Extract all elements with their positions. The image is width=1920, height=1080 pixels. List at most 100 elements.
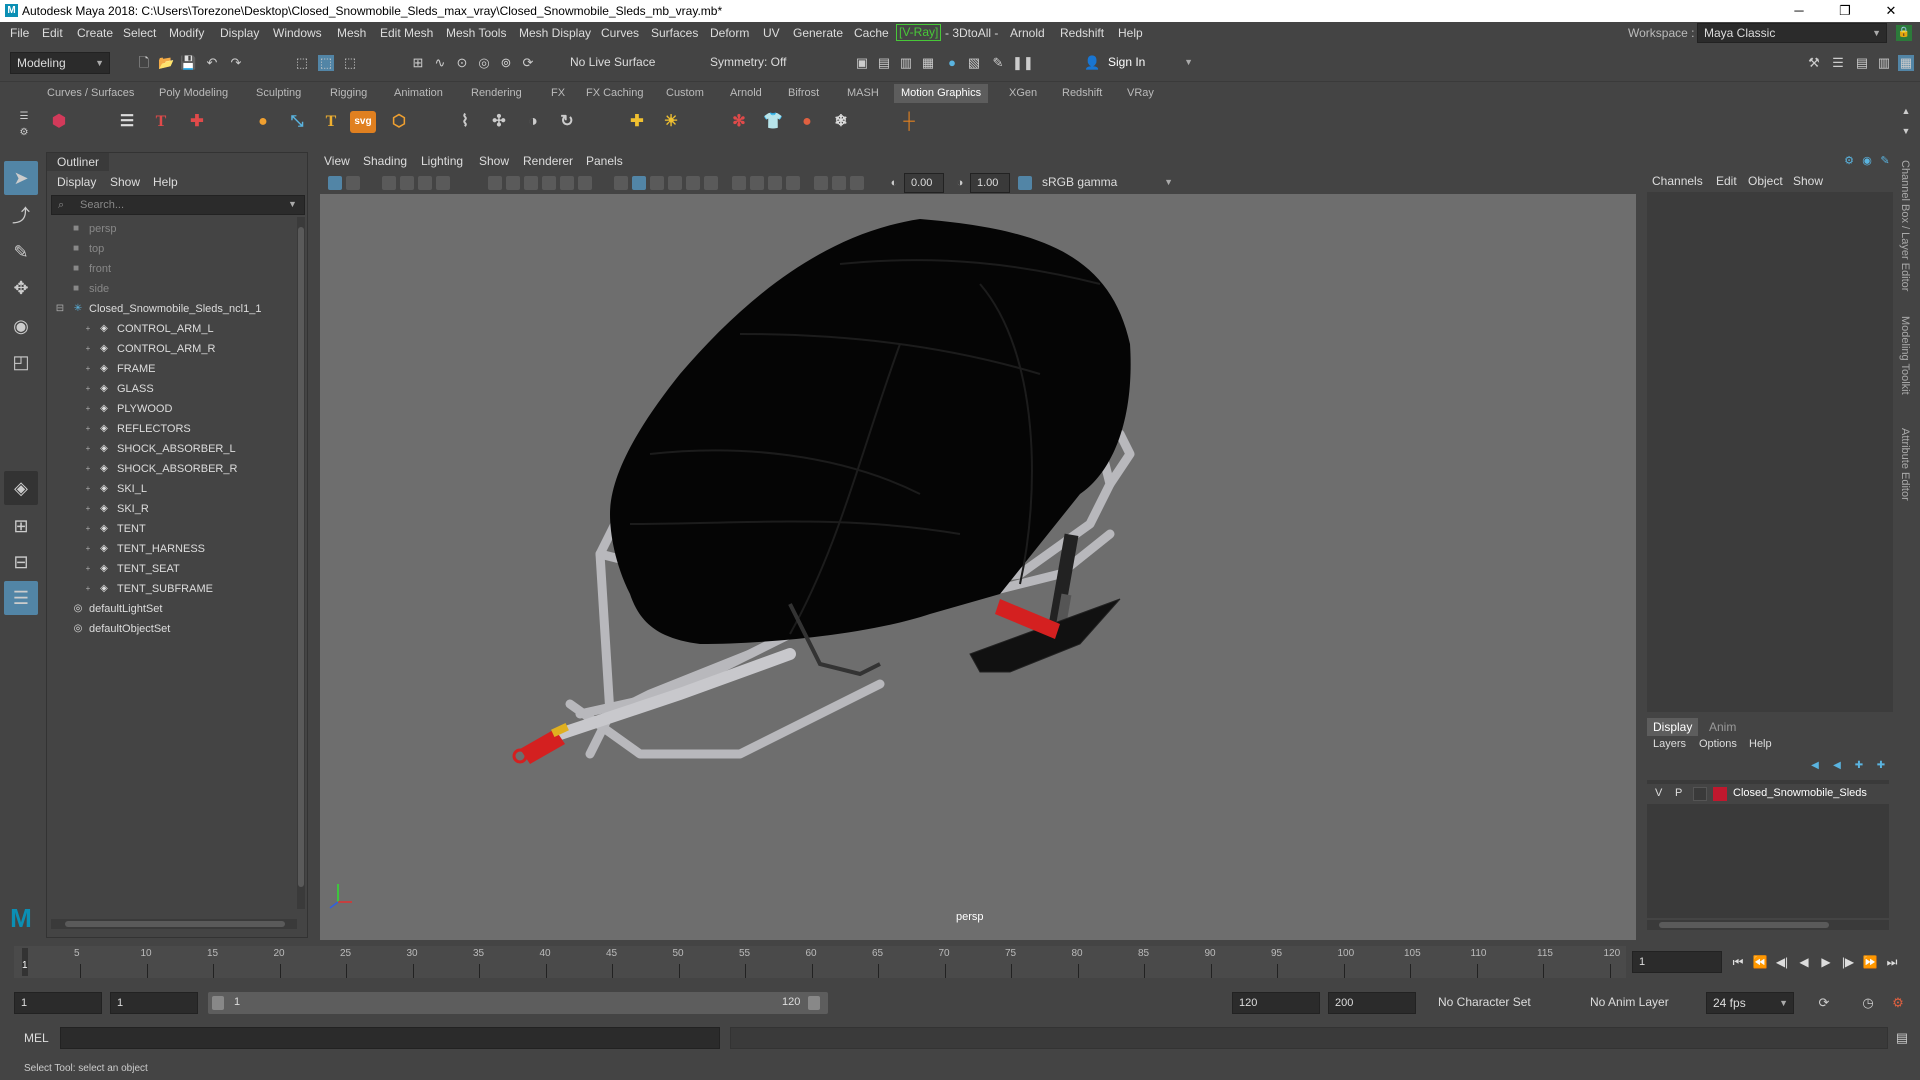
menu-display[interactable]: Display bbox=[220, 26, 259, 40]
gamma-field[interactable]: 1.00 bbox=[970, 173, 1010, 193]
open-scene-icon[interactable]: 📂 bbox=[158, 55, 174, 71]
animation-prefs-icon[interactable]: ⚙ bbox=[1890, 995, 1906, 1011]
go-to-start-icon[interactable]: ⏮ bbox=[1730, 954, 1746, 970]
play-backward-icon[interactable]: ◀ bbox=[1796, 954, 1812, 970]
script-editor-icon[interactable]: ▤ bbox=[1894, 1030, 1910, 1046]
viewport-menu-show[interactable]: Show bbox=[479, 154, 509, 168]
channel-box-help-icon[interactable]: ◉ bbox=[1859, 153, 1875, 169]
field-chart-icon[interactable] bbox=[560, 176, 574, 190]
expand-icon[interactable]: + bbox=[81, 502, 95, 516]
layer-row[interactable]: V P Closed_Snowmobile_Sleds bbox=[1647, 784, 1889, 804]
outliner-item-child[interactable]: + ◈ GLASS bbox=[47, 379, 295, 399]
layer-menu-help[interactable]: Help bbox=[1749, 738, 1772, 750]
svg-tool-icon[interactable]: svg bbox=[350, 111, 376, 133]
viewport-menu-panels[interactable]: Panels bbox=[586, 154, 623, 168]
menu-create[interactable]: Create bbox=[77, 26, 113, 40]
camera-attr-icon[interactable] bbox=[346, 176, 360, 190]
menu-cache[interactable]: Cache bbox=[854, 26, 889, 40]
outliner-title[interactable]: Outliner bbox=[47, 153, 110, 171]
four-view-icon[interactable]: ⊞ bbox=[4, 509, 38, 543]
outliner-item-top[interactable]: ■ top bbox=[47, 239, 295, 259]
snap-surface-icon[interactable]: ⊚ bbox=[498, 55, 514, 71]
modeling-toolkit-icon[interactable]: ⚒ bbox=[1806, 55, 1822, 71]
expand-icon[interactable]: + bbox=[81, 522, 95, 536]
outliner-menu-show[interactable]: Show bbox=[110, 175, 140, 189]
isolate-select-icon[interactable] bbox=[814, 176, 828, 190]
shelf-tab-mash[interactable]: MASH bbox=[840, 84, 886, 103]
menu-arnold[interactable]: Arnold bbox=[1010, 26, 1045, 40]
step-back-frame-icon[interactable]: ◀| bbox=[1774, 954, 1790, 970]
3d-viewport[interactable]: persp bbox=[320, 194, 1636, 940]
scene-start-field[interactable]: 1 bbox=[14, 992, 102, 1014]
expand-icon[interactable]: + bbox=[81, 582, 95, 596]
shelf-scroll-down-icon[interactable]: ▼ bbox=[1898, 123, 1914, 139]
command-input[interactable] bbox=[60, 1027, 720, 1049]
outliner-item-set[interactable]: ◎ defaultLightSet bbox=[47, 599, 295, 619]
menu-mesh-tools[interactable]: Mesh Tools bbox=[446, 26, 506, 40]
range-end-handle[interactable] bbox=[808, 996, 820, 1010]
snap-view-icon[interactable]: ◎ bbox=[476, 55, 492, 71]
outliner-item-child[interactable]: + ◈ FRAME bbox=[47, 359, 295, 379]
grease-pencil-icon[interactable] bbox=[436, 176, 450, 190]
ambient-occlusion-icon[interactable] bbox=[732, 176, 746, 190]
outliner-vertical-scrollbar[interactable] bbox=[297, 217, 305, 909]
rotate-tool-icon[interactable]: ↻ bbox=[552, 107, 582, 137]
outliner-menu-help[interactable]: Help bbox=[153, 175, 178, 189]
outliner-item-root-group[interactable]: ⊟ ✳ Closed_Snowmobile_Sleds_ncl1_1 bbox=[47, 299, 295, 319]
mode-dropdown[interactable]: Modeling ▼ bbox=[10, 52, 110, 74]
playback-end-field[interactable]: 120 bbox=[1232, 992, 1320, 1014]
tool-settings-icon[interactable]: ▤ bbox=[1854, 55, 1870, 71]
play-forward-icon[interactable]: ▶ bbox=[1818, 954, 1834, 970]
expand-icon[interactable]: + bbox=[81, 402, 95, 416]
outliner-item-persp[interactable]: ■ persp bbox=[47, 219, 295, 239]
resolution-gate-icon[interactable] bbox=[524, 176, 538, 190]
layer-tab-display[interactable]: Display bbox=[1647, 718, 1699, 736]
anti-aliasing-icon[interactable] bbox=[768, 176, 782, 190]
outliner-horizontal-scrollbar[interactable] bbox=[51, 919, 297, 929]
shelf-tab-redshift[interactable]: Redshift bbox=[1055, 84, 1109, 103]
range-slider[interactable]: 1 120 bbox=[208, 992, 828, 1014]
outliner-item-side[interactable]: ■ side bbox=[47, 279, 295, 299]
render-view-icon[interactable]: ▣ bbox=[854, 55, 870, 71]
box-tool-icon[interactable]: ⬡ bbox=[384, 107, 414, 137]
shelf-tab-fx[interactable]: FX bbox=[544, 84, 572, 103]
menu-file[interactable]: File bbox=[10, 26, 29, 40]
menu-generate[interactable]: Generate bbox=[793, 26, 843, 40]
paint-select-tool-icon[interactable]: ✎ bbox=[4, 235, 38, 269]
outliner-item-front[interactable]: ■ front bbox=[47, 259, 295, 279]
lock-icon[interactable]: 🔒 bbox=[1896, 25, 1912, 41]
auto-key-icon[interactable]: ◷ bbox=[1860, 995, 1876, 1011]
shelf-settings-icon[interactable]: ⚙ bbox=[16, 125, 32, 141]
live-surface-field[interactable]: No Live Surface bbox=[564, 52, 664, 74]
shelf-tab-curves-surfaces[interactable]: Curves / Surfaces bbox=[40, 84, 141, 103]
menu-mesh[interactable]: Mesh bbox=[337, 26, 366, 40]
expand-icon[interactable]: + bbox=[81, 462, 95, 476]
save-scene-icon[interactable]: 💾 bbox=[180, 55, 196, 71]
layer-editor-icon[interactable]: ▦ bbox=[1898, 55, 1914, 71]
wire-tool-icon[interactable]: ✣ bbox=[484, 107, 514, 137]
mash-outliner-icon[interactable]: ☰ bbox=[112, 107, 142, 137]
menu-edit[interactable]: Edit bbox=[42, 26, 63, 40]
collapse-icon[interactable]: ⊟ bbox=[53, 302, 67, 316]
particle-tool-icon[interactable]: ❄ bbox=[826, 107, 856, 137]
viewport-menu-renderer[interactable]: Renderer bbox=[523, 154, 573, 168]
channel-box-area[interactable] bbox=[1647, 192, 1893, 712]
undo-icon[interactable]: ↶ bbox=[204, 55, 220, 71]
select-camera-icon[interactable] bbox=[328, 176, 342, 190]
shelf-tab-fx-caching[interactable]: FX Caching bbox=[579, 84, 650, 103]
gate-mask-icon[interactable] bbox=[542, 176, 556, 190]
textured-icon[interactable] bbox=[668, 176, 682, 190]
outliner-item-child[interactable]: + ◈ SKI_R bbox=[47, 499, 295, 519]
expand-icon[interactable]: + bbox=[81, 442, 95, 456]
snap-grid-icon[interactable]: ⊞ bbox=[410, 55, 426, 71]
layer-color-swatch[interactable] bbox=[1713, 787, 1727, 801]
menu-help[interactable]: Help bbox=[1118, 26, 1143, 40]
color-space-dropdown[interactable]: sRGB gamma ▼ bbox=[1036, 173, 1178, 193]
bend-tool-icon[interactable]: ⌇ bbox=[450, 107, 480, 137]
dynamics-tool-icon[interactable]: ✻ bbox=[724, 107, 754, 137]
menu-select[interactable]: Select bbox=[123, 26, 156, 40]
menu-vray[interactable]: [V-Ray] bbox=[896, 24, 942, 41]
loop-tool-icon[interactable]: ◑ bbox=[518, 107, 548, 137]
outliner-item-child[interactable]: + ◈ TENT_SEAT bbox=[47, 559, 295, 579]
layer-visibility-toggle[interactable]: V bbox=[1655, 787, 1662, 799]
